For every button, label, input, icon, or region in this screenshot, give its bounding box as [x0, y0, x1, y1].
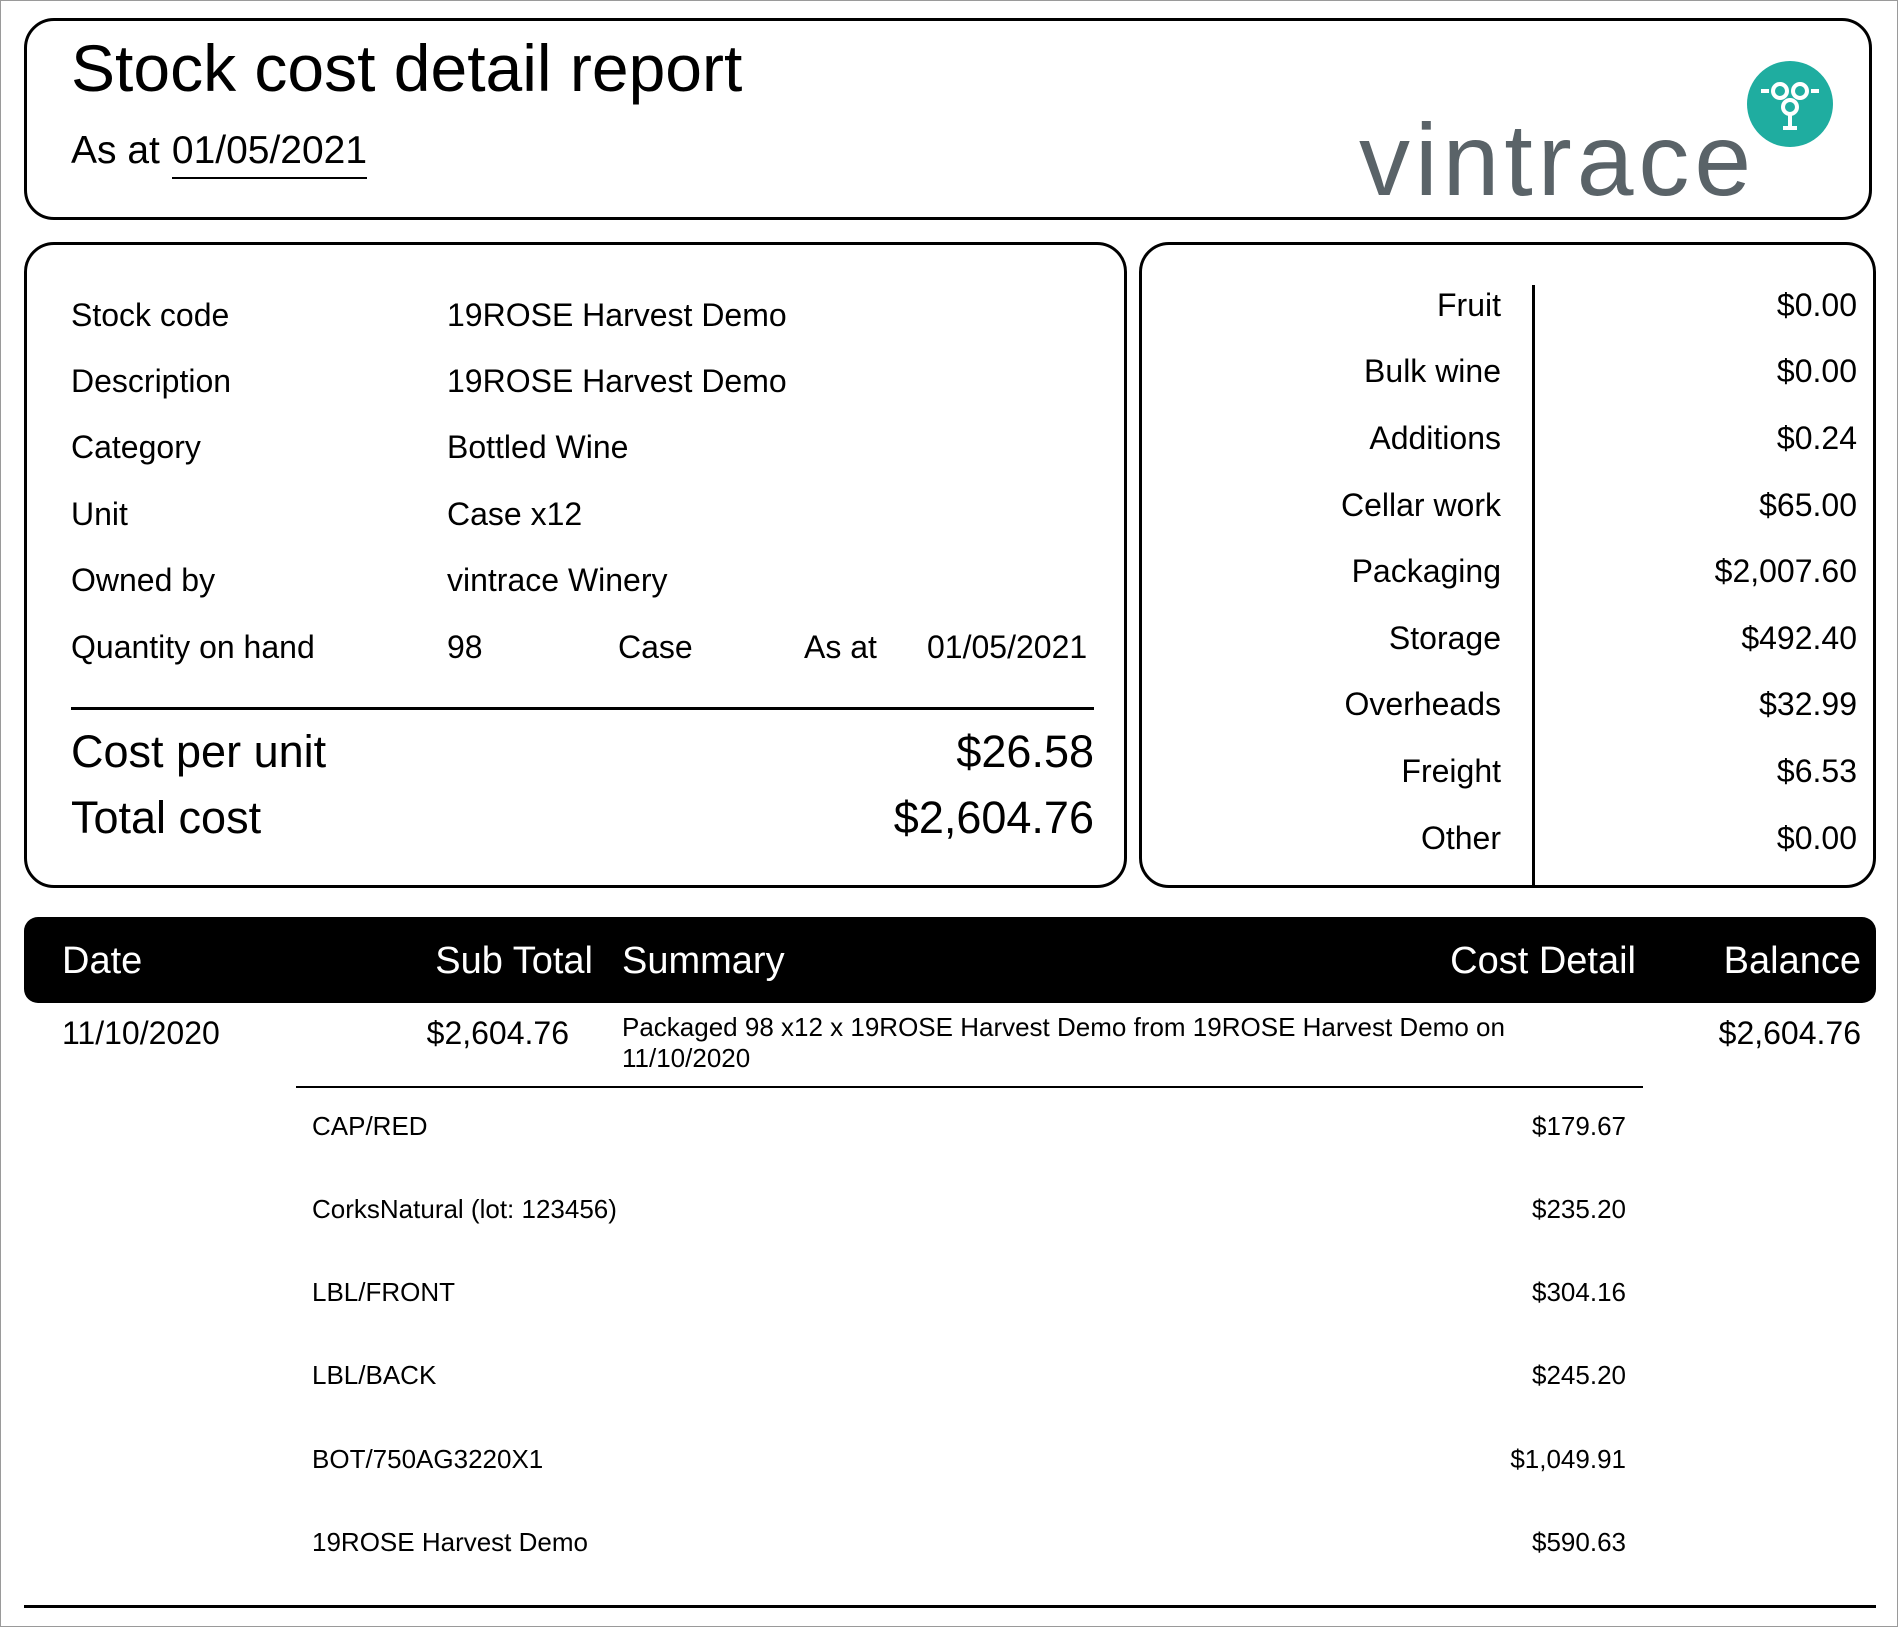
column-header-summary: Summary — [622, 940, 785, 982]
breakdown-label: Storage — [1388, 620, 1501, 656]
breakdown-value: $6.53 — [1776, 753, 1857, 789]
transaction-summary: Packaged 98 x12 x 19ROSE Harvest Demo fr… — [622, 1012, 1505, 1073]
column-header-sub-total: Sub Total — [435, 940, 593, 982]
breakdown-value: $65.00 — [1759, 487, 1857, 523]
cost-detail-amount: $590.63 — [1532, 1527, 1626, 1557]
breakdown-value: $32.99 — [1759, 686, 1857, 722]
cost-detail-amount: $245.20 — [1532, 1360, 1626, 1390]
cost-detail-amount: $304.16 — [1532, 1277, 1626, 1307]
breakdown-label: Bulk wine — [1364, 353, 1501, 389]
breakdown-label: Fruit — [1437, 287, 1501, 323]
logo-text: vintrace — [1359, 103, 1757, 217]
quantity-as-at-label: As at — [804, 629, 877, 665]
breakdown-label: Cellar work — [1340, 487, 1501, 523]
cost-detail-amount: $179.67 — [1532, 1111, 1626, 1141]
info-value: vintrace Winery — [447, 562, 668, 598]
cost-detail-name: 19ROSE Harvest Demo — [312, 1527, 588, 1557]
breakdown-value: $0.00 — [1776, 353, 1857, 389]
info-label: Description — [71, 363, 232, 399]
transactions-table-header: Date Sub Total Summary Cost Detail Balan… — [24, 917, 1876, 1003]
info-label: Stock code — [71, 297, 230, 333]
info-label: Category — [71, 429, 201, 465]
breakdown-label: Additions — [1369, 420, 1501, 456]
transaction-date: 11/10/2020 — [62, 1015, 220, 1051]
breakdown-label: Overheads — [1344, 686, 1501, 722]
quantity-unit: Case — [618, 629, 693, 665]
info-value: Case x12 — [447, 496, 583, 532]
breakdown-value: $2,007.60 — [1714, 553, 1857, 589]
cost-detail-amount: $1,049.91 — [1510, 1444, 1626, 1474]
report-title: Stock cost detail report — [71, 31, 743, 105]
cost-detail-amount: $235.20 — [1532, 1194, 1626, 1224]
quantity-label: Quantity on hand — [71, 629, 315, 665]
cost-detail-name: CAP/RED — [312, 1111, 428, 1141]
as-at-date: 01/05/2021 — [171, 129, 368, 179]
info-label: Unit — [71, 496, 128, 532]
column-header-balance: Balance — [1723, 940, 1861, 982]
cost-detail-divider — [296, 1086, 1643, 1088]
grape-cluster-icon — [1747, 61, 1833, 147]
cost-per-unit-label: Cost per unit — [71, 726, 327, 777]
breakdown-label: Freight — [1401, 753, 1501, 789]
breakdown-label: Packaging — [1351, 553, 1501, 589]
cost-breakdown-panel: Fruit $0.00 Bulk wine $0.00 Additions $0… — [1139, 242, 1876, 888]
report-header: Stock cost detail report As at 01/05/2021… — [24, 18, 1872, 220]
cost-per-unit-value: $26.58 — [956, 726, 1094, 777]
breakdown-value: $0.00 — [1776, 287, 1857, 323]
cost-detail-name: LBL/BACK — [312, 1360, 437, 1390]
quantity-as-at-date: 01/05/2021 — [927, 629, 1088, 665]
column-header-cost-detail: Cost Detail — [1450, 940, 1636, 982]
breakdown-value: $492.40 — [1741, 620, 1857, 656]
info-value: Bottled Wine — [447, 429, 629, 465]
breakdown-value: $0.24 — [1776, 420, 1857, 456]
cost-detail-name: CorksNatural (lot: 123456) — [312, 1194, 617, 1224]
info-divider — [71, 707, 1094, 710]
breakdown-divider — [1532, 285, 1535, 887]
info-label: Owned by — [71, 562, 216, 598]
info-value: 19ROSE Harvest Demo — [447, 297, 787, 333]
stock-info-panel: Stock code 19ROSE Harvest Demo Descripti… — [24, 242, 1127, 888]
quantity-value: 98 — [447, 629, 483, 665]
vintrace-logo: vintrace — [1359, 61, 1833, 211]
info-value: 19ROSE Harvest Demo — [447, 363, 787, 399]
as-at-label: As at — [71, 129, 160, 172]
bottom-rule — [24, 1605, 1876, 1608]
breakdown-label: Other — [1420, 820, 1501, 856]
column-header-date: Date — [62, 940, 143, 982]
cost-detail-name: BOT/750AG3220X1 — [312, 1444, 544, 1474]
transaction-sub-total: $2,604.76 — [426, 1015, 569, 1051]
breakdown-value: $0.00 — [1776, 820, 1857, 856]
transaction-balance: $2,604.76 — [1718, 1015, 1861, 1051]
report-as-at: As at 01/05/2021 — [71, 129, 368, 179]
total-cost-value: $2,604.76 — [893, 792, 1094, 843]
cost-detail-name: LBL/FRONT — [312, 1277, 456, 1307]
total-cost-label: Total cost — [71, 792, 262, 843]
